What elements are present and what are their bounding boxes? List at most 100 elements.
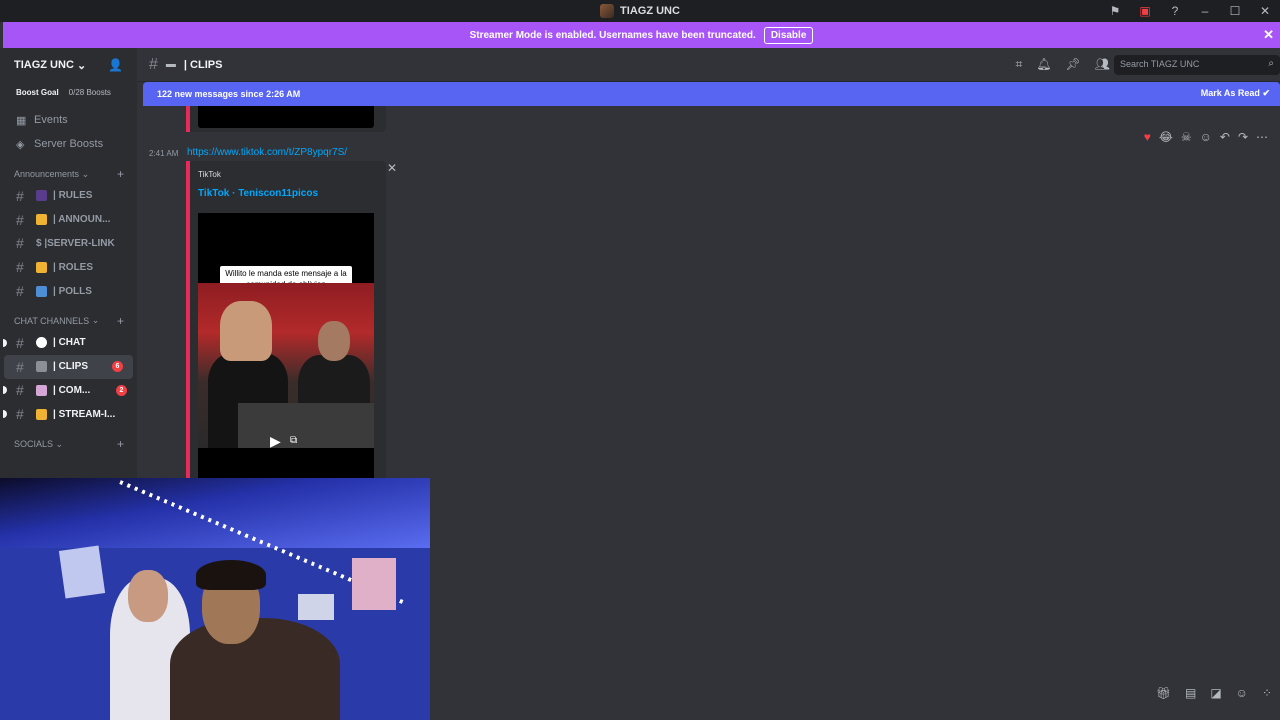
open-external-icon[interactable]: ⧉ bbox=[290, 435, 297, 446]
sticker-icon[interactable]: ◪ bbox=[1210, 686, 1221, 700]
mark-as-read-button[interactable]: Mark As Read ✔ bbox=[1201, 88, 1270, 99]
embed-provider: TikTok bbox=[198, 170, 221, 179]
add-channel-icon[interactable]: + bbox=[117, 314, 124, 328]
channel-polls[interactable]: # | POLLS bbox=[0, 279, 137, 303]
forward-icon[interactable]: ↷ bbox=[1238, 130, 1248, 144]
category-socials[interactable]: SOCIALS ⌄ + bbox=[0, 434, 137, 454]
channel-server-link[interactable]: # $ |SERVER-LINK bbox=[0, 232, 137, 256]
hash-icon: # bbox=[16, 187, 24, 204]
channel-label: | STREAM-I... bbox=[53, 408, 116, 420]
webcam-poster bbox=[352, 558, 396, 610]
channel-clips[interactable]: # | CLIPS 6 bbox=[4, 354, 133, 379]
tiktok-embed: TikTok TikTok · Teniscon11picos Willito … bbox=[186, 161, 386, 481]
apps-icon[interactable]: ⁘ bbox=[1262, 686, 1272, 700]
threads-icon[interactable]: ⌗ bbox=[1016, 57, 1023, 72]
emoji-icon[interactable]: ☺ bbox=[1236, 686, 1248, 700]
add-channel-icon[interactable]: + bbox=[117, 437, 124, 451]
previous-embed bbox=[186, 106, 386, 132]
mark-as-read-label: Mark As Read bbox=[1200, 88, 1260, 98]
sidebar-item-label: Server Boosts bbox=[34, 138, 104, 150]
channel-community[interactable]: # | COM... 2 bbox=[0, 379, 137, 403]
category-label: SOCIALS bbox=[14, 439, 54, 450]
channel-header: # ▬ | CLIPS ⌗ 🔔︎ 📌︎ 👥︎ Search TIAGZ UNC … bbox=[137, 48, 1280, 82]
reply-icon[interactable]: ↶ bbox=[1220, 130, 1230, 144]
channel-roles[interactable]: # | ROLES bbox=[0, 255, 137, 279]
channel-chat[interactable]: # | CHAT bbox=[0, 331, 137, 355]
channel-rules[interactable]: # | RULES bbox=[0, 184, 137, 208]
remove-embed-icon[interactable]: ✕ bbox=[387, 161, 397, 175]
embed-author-link[interactable]: TikTok · Teniscon11picos bbox=[198, 188, 318, 199]
message-timestamp: 2:41 AM bbox=[149, 149, 179, 158]
category-label: Announcements bbox=[14, 169, 80, 179]
mention-badge: 2 bbox=[116, 384, 127, 396]
boost-icon: ◈ bbox=[16, 138, 25, 151]
streamer-mode-notice: Streamer Mode is enabled. Usernames have… bbox=[3, 22, 1280, 48]
add-channel-icon[interactable]: + bbox=[117, 167, 124, 181]
channel-title: | CLIPS bbox=[183, 58, 223, 71]
maximize-icon[interactable]: ☐ bbox=[1220, 0, 1250, 22]
titlebar-controls: ⚑ ▣ ? – ☐ ✕ bbox=[1100, 0, 1280, 22]
clapper-icon bbox=[36, 361, 47, 373]
hash-icon: # bbox=[149, 55, 158, 73]
pin-icon[interactable]: 📌︎ bbox=[1066, 57, 1081, 72]
server-name: TIAGZ UNC bbox=[14, 59, 74, 71]
minimize-icon[interactable]: – bbox=[1190, 0, 1220, 22]
channel-label: | ANNOUN... bbox=[53, 214, 111, 226]
hash-icon: # bbox=[16, 211, 24, 228]
webcam-shelf bbox=[298, 594, 334, 620]
flag-icon[interactable]: ⚑ bbox=[1100, 0, 1130, 22]
clapper-icon: ▬ bbox=[165, 59, 176, 70]
hash-icon: # bbox=[16, 358, 24, 375]
member-list-icon[interactable]: 👥︎ bbox=[1095, 57, 1110, 72]
category-chat-channels[interactable]: CHAT CHANNELS ⌄ + bbox=[0, 311, 137, 331]
chevron-down-icon: ⌄ bbox=[81, 168, 90, 179]
category-announcements[interactable]: Announcements ⌄ + bbox=[0, 164, 137, 184]
previous-video-thumbnail[interactable] bbox=[198, 106, 374, 128]
server-avatar-icon bbox=[600, 4, 615, 18]
new-messages-bar[interactable]: 122 new messages since 2:26 AM Mark As R… bbox=[143, 82, 1280, 106]
skull-reaction-icon[interactable]: ☠ bbox=[1181, 130, 1192, 144]
channel-announcements[interactable]: # | ANNOUN... bbox=[0, 208, 137, 232]
calendar-icon: ▦ bbox=[16, 114, 27, 127]
server-header[interactable]: TIAGZ UNC ⌄ 👤 bbox=[0, 48, 137, 82]
notice-text: Streamer Mode is enabled. Usernames have… bbox=[469, 29, 756, 41]
video-person-head bbox=[220, 301, 272, 361]
notice-close-icon[interactable]: ✕ bbox=[1263, 27, 1274, 43]
mention-badge: 6 bbox=[112, 361, 123, 373]
more-options-icon[interactable]: ⋯ bbox=[1256, 130, 1268, 144]
channel-label: | CHAT bbox=[53, 337, 86, 349]
add-reaction-icon[interactable]: ☺ bbox=[1200, 130, 1212, 144]
search-input[interactable]: Search TIAGZ UNC ⌕ bbox=[1114, 55, 1280, 75]
channel-stream-info[interactable]: # | STREAM-I... bbox=[0, 402, 137, 426]
invite-people-icon[interactable]: 👤 bbox=[108, 58, 123, 72]
channel-label: | CLIPS bbox=[53, 361, 89, 373]
webcam-ceiling bbox=[0, 478, 430, 548]
message-link[interactable]: https://www.tiktok.com/t/ZP8ypqr7S/ bbox=[187, 147, 347, 158]
embed-video-thumbnail[interactable]: Willito le manda este mensaje a la comun… bbox=[198, 213, 374, 481]
search-icon: ⌕ bbox=[1268, 58, 1274, 69]
notification-bell-icon[interactable]: 🔔︎ bbox=[1036, 57, 1051, 72]
stream-icon[interactable]: ▣ bbox=[1130, 0, 1160, 22]
boost-goal-label: Boost Goal bbox=[16, 87, 59, 97]
play-icon[interactable]: ▶ bbox=[270, 433, 281, 450]
gift-icon[interactable]: 🎁︎ bbox=[1156, 686, 1171, 700]
close-icon[interactable]: ✕ bbox=[1250, 0, 1280, 22]
disable-streamer-mode-button[interactable]: Disable bbox=[763, 26, 814, 44]
help-icon[interactable]: ? bbox=[1160, 0, 1190, 22]
speech-bubble-icon bbox=[36, 337, 47, 349]
sidebar-item-events[interactable]: ▦ Events bbox=[0, 108, 137, 132]
sidebar-item-label: Events bbox=[34, 114, 68, 126]
heart-reaction-icon[interactable]: ♥ bbox=[1144, 130, 1151, 144]
chevron-down-icon: ⌄ bbox=[91, 315, 100, 326]
hash-icon: # bbox=[16, 382, 24, 399]
boost-goal-count: 0/28 Boosts bbox=[68, 87, 111, 97]
boost-goal[interactable]: Boost Goal 0/28 Boosts bbox=[0, 82, 137, 102]
gif-icon[interactable]: ▤ bbox=[1185, 686, 1196, 700]
webcam-poster bbox=[58, 545, 106, 599]
sidebar-item-server-boosts[interactable]: ◈ Server Boosts bbox=[0, 132, 137, 156]
unread-indicator bbox=[3, 410, 7, 419]
mark-read-icon: ✔ bbox=[1262, 88, 1270, 98]
folder-icon bbox=[36, 408, 47, 420]
video-table bbox=[238, 403, 374, 448]
laughing-reaction-icon[interactable]: 😂︎ bbox=[1159, 130, 1173, 144]
